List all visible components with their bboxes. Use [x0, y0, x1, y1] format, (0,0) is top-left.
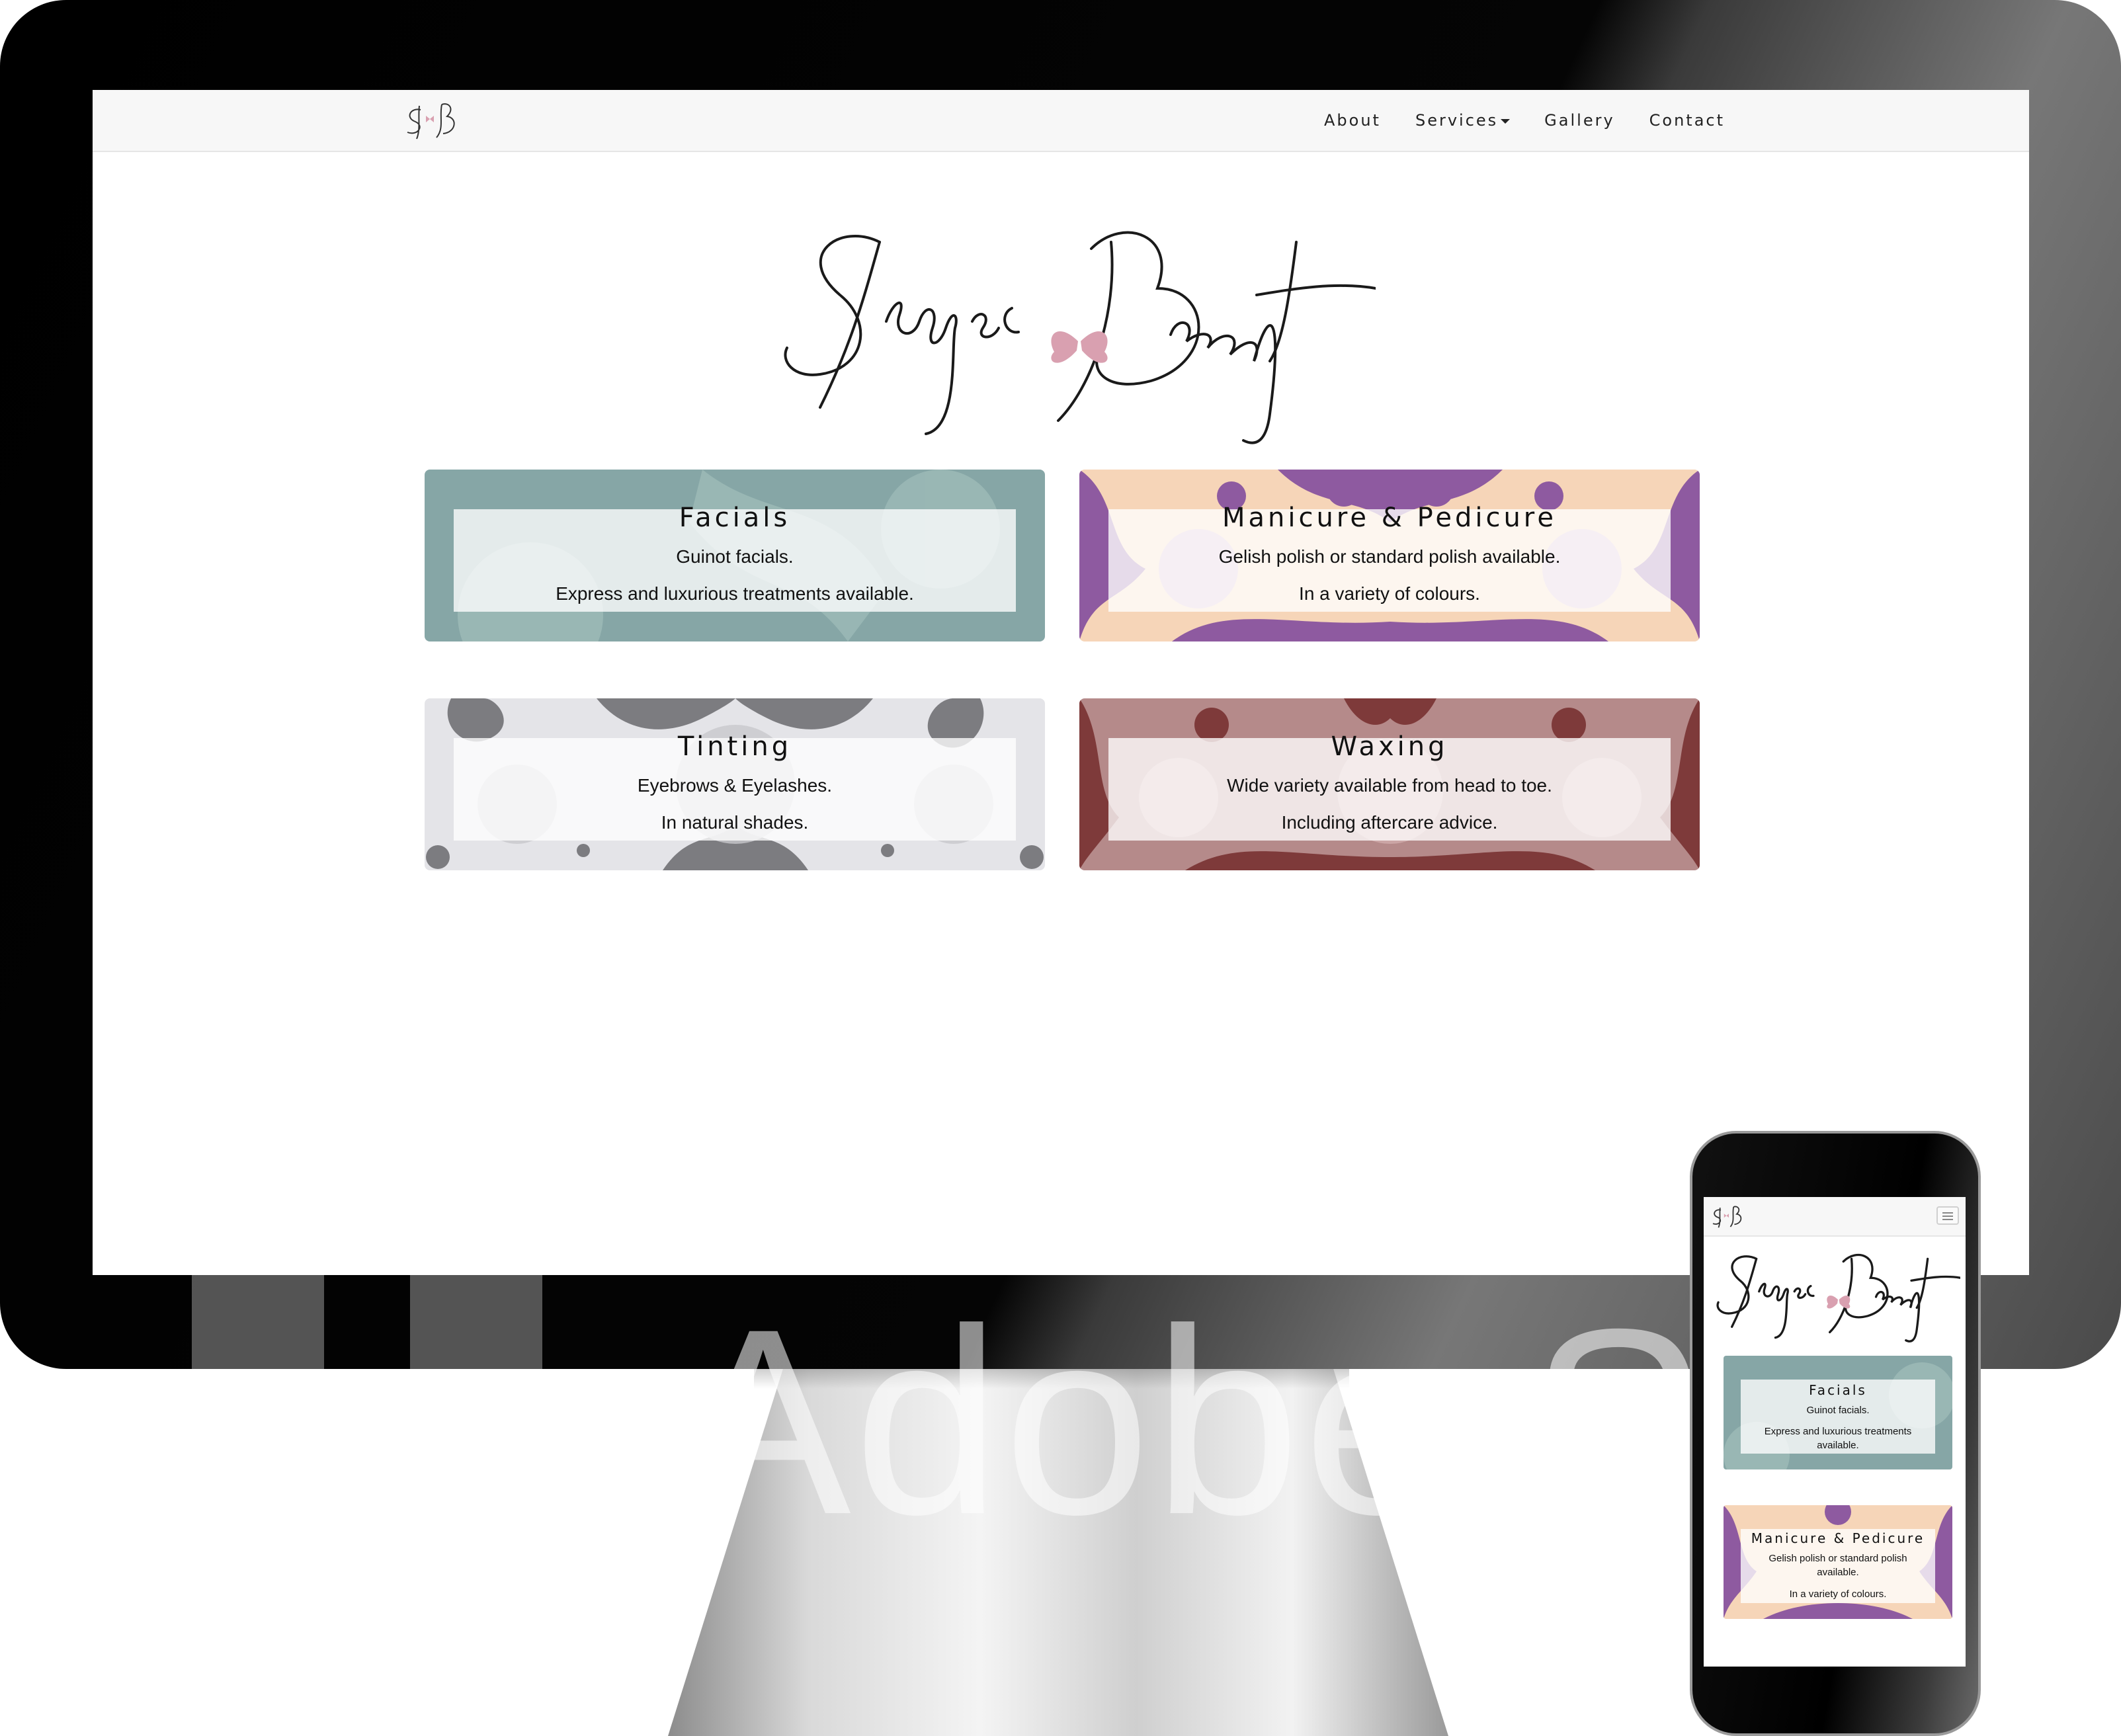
navbar: About Services Gallery Contact — [93, 90, 2029, 152]
nav-menu: About Services Gallery Contact — [1324, 90, 1759, 151]
card-text: Gelish polish or standard polish — [1768, 1553, 1907, 1564]
caret-down-icon — [1501, 118, 1511, 124]
card-title: Tinting — [677, 731, 792, 762]
card-text: In natural shades. — [661, 812, 809, 833]
device-mockup: About Services Gallery Contact Facials G… — [0, 0, 2121, 1736]
mobile-nav-logo[interactable] — [1709, 1202, 1749, 1231]
card-text: Gelish polish or standard polish availab… — [1218, 546, 1561, 567]
hamburger-line — [1942, 1216, 1953, 1217]
butterfly-icon — [1051, 331, 1108, 363]
mobile-card-manicure[interactable]: Manicure & Pedicure Gelish polish or sta… — [1724, 1505, 1952, 1619]
card-text: Including aftercare advice. — [1281, 812, 1498, 833]
desktop-screen: About Services Gallery Contact Facials G… — [93, 90, 2029, 1275]
mobile-navbar — [1704, 1197, 1966, 1237]
monitor-stand — [668, 1362, 1448, 1736]
nav-contact[interactable]: Contact — [1649, 111, 1725, 130]
card-title: Facials — [1809, 1382, 1867, 1398]
service-card-waxing[interactable]: Waxing Wide variety available from head … — [1079, 698, 1700, 870]
card-title: Waxing — [1331, 731, 1448, 762]
hamburger-menu-button[interactable] — [1936, 1206, 1959, 1225]
nav-about[interactable]: About — [1324, 111, 1381, 130]
hamburger-line — [1942, 1212, 1953, 1214]
card-title: Facials — [679, 503, 791, 533]
card-text: Express and luxurious treatments — [1764, 1426, 1912, 1437]
mobile-card-facials[interactable]: Facials Guinot facials. Express and luxu… — [1724, 1356, 1952, 1469]
nav-logo[interactable] — [401, 98, 467, 144]
card-title: Manicure & Pedicure — [1751, 1530, 1925, 1546]
card-text: available. — [1817, 1567, 1859, 1578]
nav-services-label: Services — [1415, 111, 1499, 130]
hamburger-line — [1942, 1219, 1953, 1220]
service-card-manicure[interactable]: Manicure & Pedicure Gelish polish or sta… — [1079, 470, 1700, 641]
card-text: In a variety of colours. — [1789, 1589, 1887, 1600]
service-card-tinting[interactable]: Tinting Eyebrows & Eyelashes. In natural… — [425, 698, 1045, 870]
card-text: Guinot facials. — [1806, 1405, 1870, 1416]
nav-services[interactable]: Services — [1415, 111, 1511, 130]
card-text: Express and luxurious treatments availab… — [556, 583, 914, 604]
card-text: Wide variety available from head to toe. — [1227, 775, 1552, 796]
card-title: Manicure & Pedicure — [1222, 503, 1557, 533]
card-text: Eyebrows & Eyelashes. — [637, 775, 833, 796]
service-card-facials[interactable]: Facials Guinot facials. Express and luxu… — [425, 470, 1045, 641]
card-text: In a variety of colours. — [1299, 583, 1480, 604]
mobile-hero-logo — [1716, 1253, 1960, 1343]
card-text: available. — [1817, 1440, 1859, 1451]
hero-logo — [784, 231, 1376, 444]
butterfly-icon — [1827, 1295, 1851, 1309]
nav-gallery[interactable]: Gallery — [1544, 111, 1614, 130]
mobile-screen: Facials Guinot facials. Express and luxu… — [1704, 1197, 1966, 1667]
card-text: Guinot facials. — [676, 546, 794, 567]
